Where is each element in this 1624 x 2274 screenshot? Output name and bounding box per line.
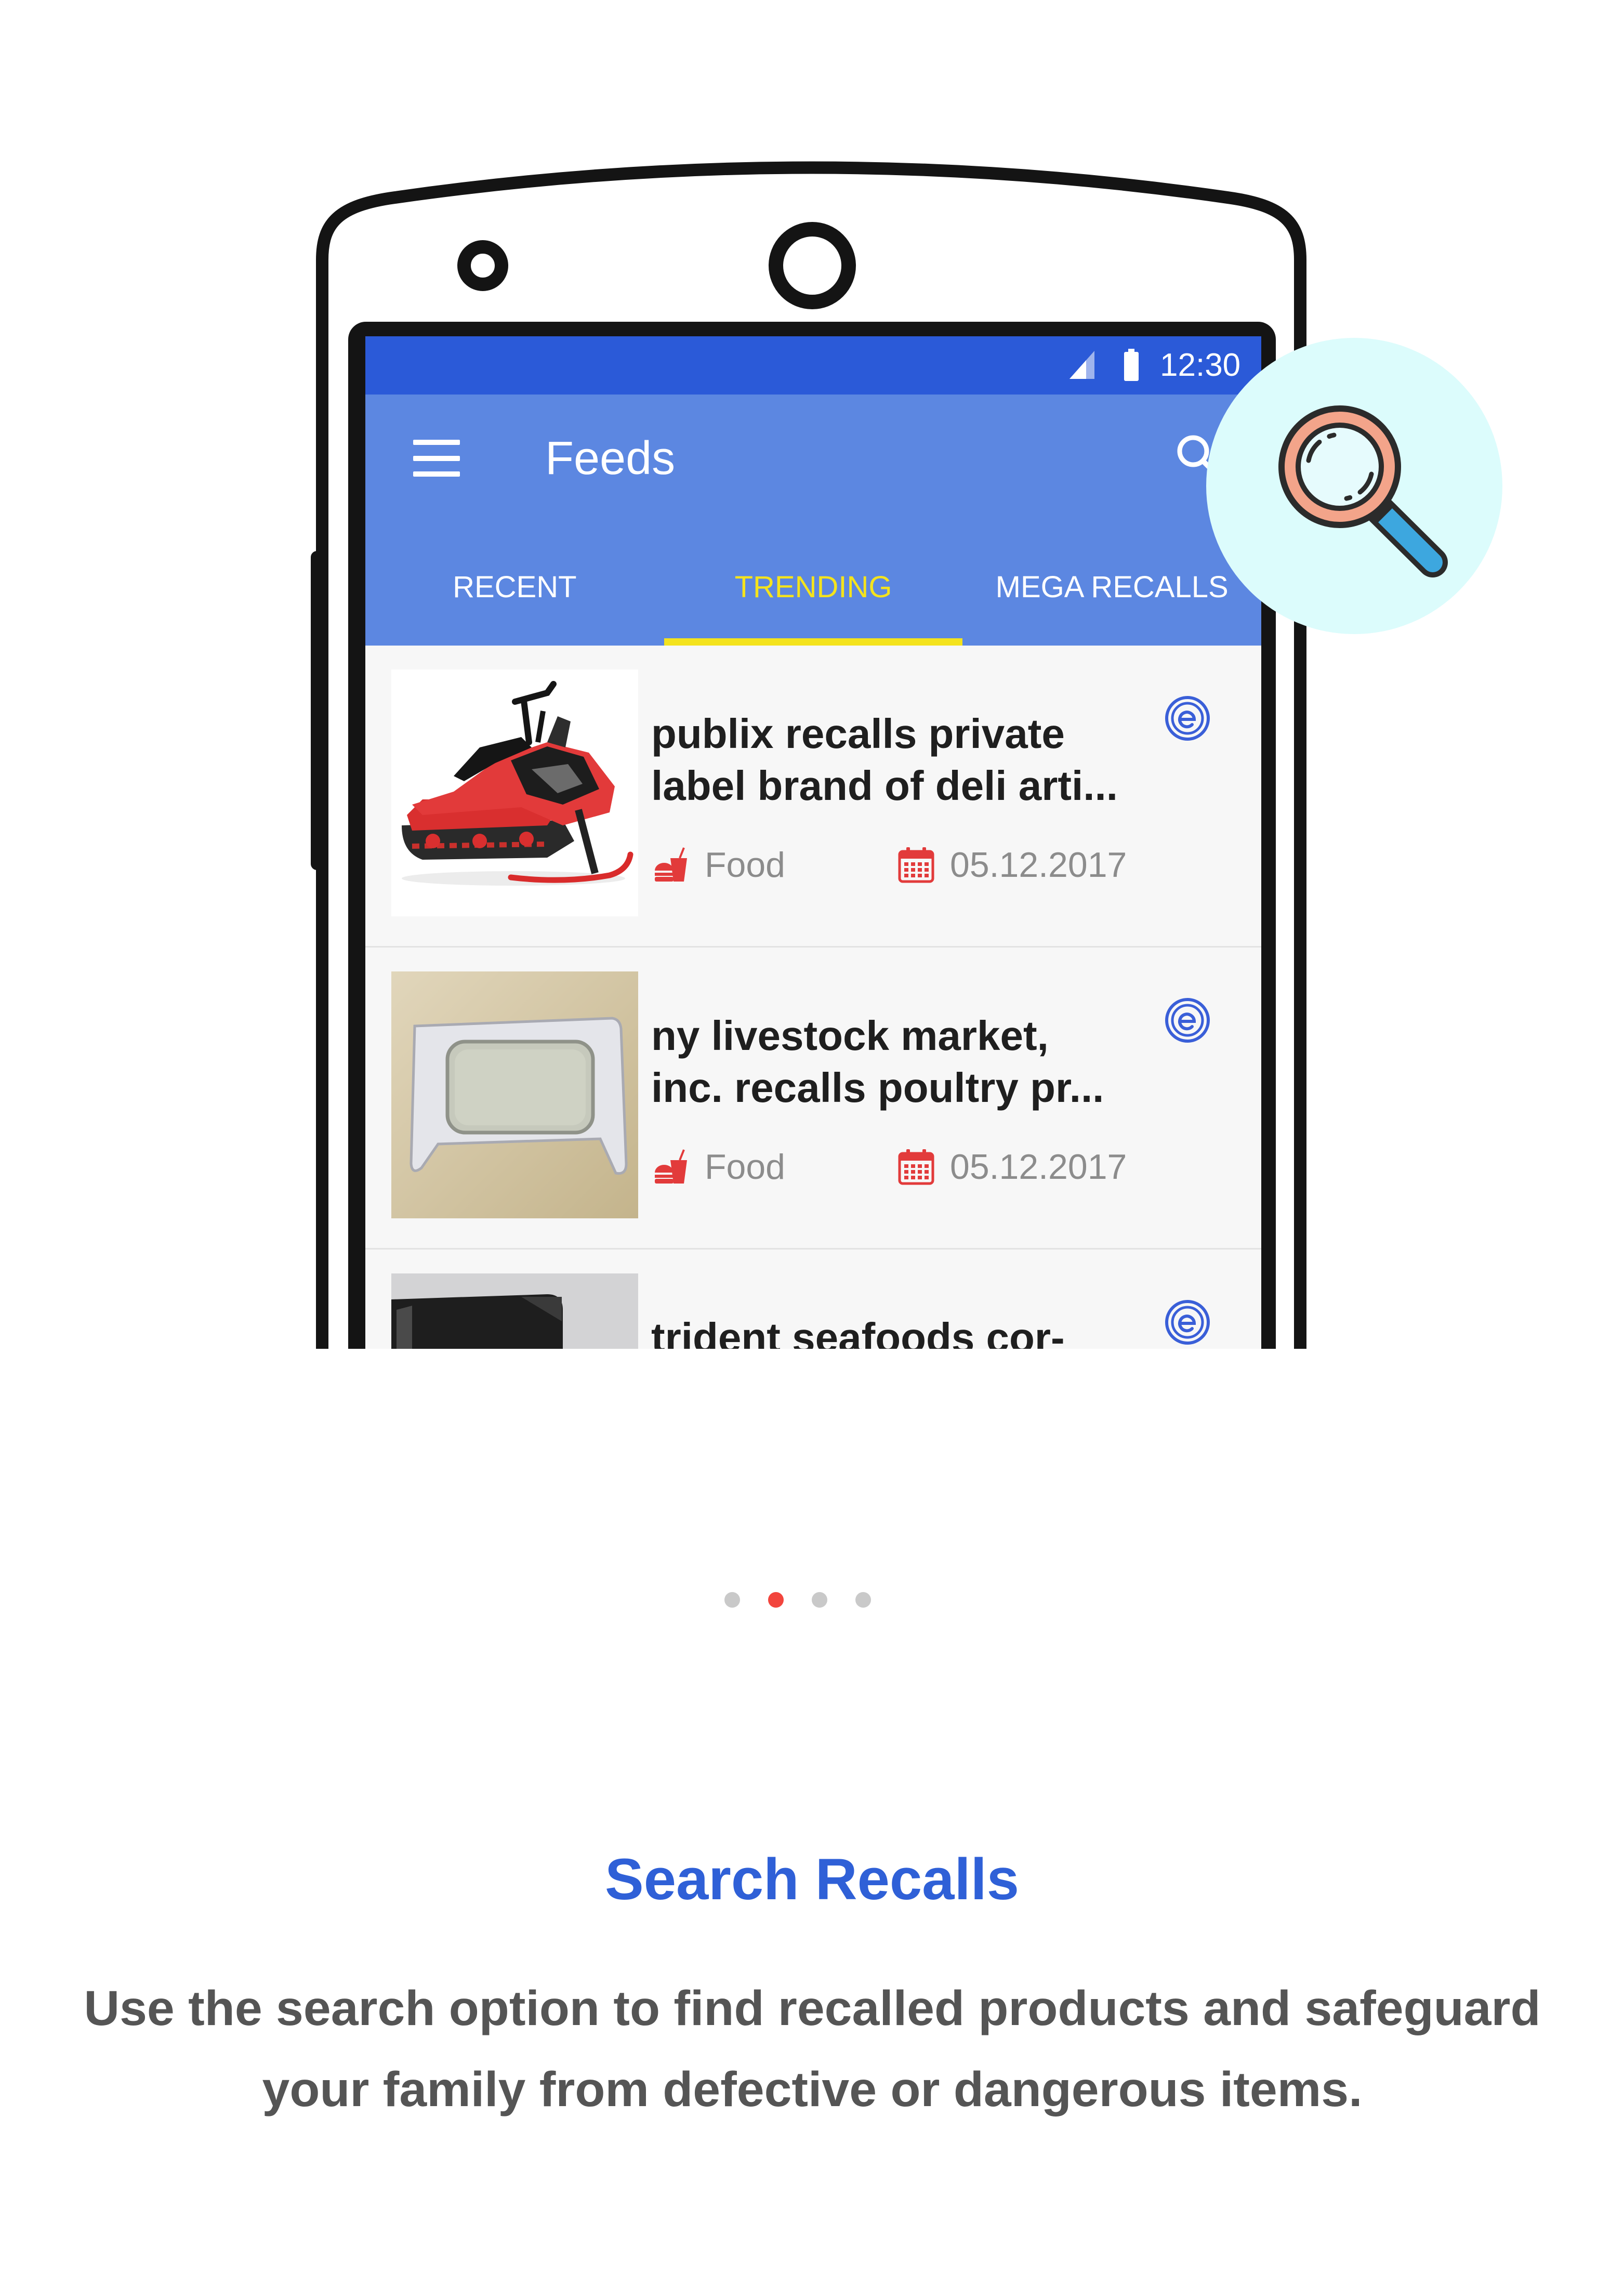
food-icon	[655, 847, 687, 882]
feed-item-category: Food	[705, 1147, 785, 1187]
title-line: ny livestock market,	[651, 1013, 1049, 1059]
feed-item-title: publix recalls private label brand of de…	[651, 708, 1118, 812]
title-line: label brand of deli arti...	[651, 763, 1118, 809]
calendar-icon	[898, 1149, 934, 1185]
feed-item[interactable]: ny livestock market, inc. recalls poultr…	[365, 948, 1261, 1250]
app-screen: 12:30 Feeds RECENT TRENDING MEGA RECALLS…	[365, 336, 1261, 1349]
feed-item-category: Food	[705, 845, 785, 885]
onboarding-description: Use the search option to find recalled p…	[84, 1981, 1541, 2117]
phone-illustration: 12:30 Feeds RECENT TRENDING MEGA RECALLS…	[0, 0, 1624, 1349]
tab-label: TRENDING	[734, 570, 892, 604]
page-indicator-dot[interactable]	[724, 1592, 740, 1608]
source-logo-icon[interactable]	[1164, 997, 1211, 1044]
app-title: Feeds	[545, 432, 676, 484]
feed-item[interactable]: trident seafoods cor-	[365, 1250, 1261, 1349]
page-indicator-dot[interactable]	[855, 1592, 871, 1608]
tab-bar: RECENT TRENDING MEGA RECALLS	[365, 529, 1261, 646]
feed-item-date: 05.12.2017	[950, 1147, 1127, 1187]
signal-icon	[1070, 351, 1094, 379]
tab-label: RECENT	[453, 570, 577, 604]
phone-speaker	[457, 240, 508, 291]
feed-item-date: 05.12.2017	[950, 845, 1127, 885]
source-logo-icon[interactable]	[1164, 1299, 1211, 1346]
magnifying-glass-icon	[1206, 338, 1502, 634]
status-bar: 12:30	[365, 336, 1261, 395]
product-thumbnail	[391, 971, 638, 1218]
product-thumbnail	[391, 1273, 638, 1349]
food-icon	[655, 1149, 687, 1184]
hamburger-menu-icon[interactable]	[413, 440, 460, 477]
page-indicator-dot[interactable]	[768, 1592, 784, 1608]
phone-camera	[769, 222, 856, 309]
tab-trending[interactable]: TRENDING	[664, 529, 963, 646]
battery-icon	[1124, 349, 1139, 381]
phone-side-button	[311, 551, 327, 870]
feed-item-title: trident seafoods cor-	[651, 1312, 1065, 1349]
tab-recent[interactable]: RECENT	[365, 529, 664, 646]
menu-bar-line	[413, 456, 460, 461]
active-tab-indicator	[664, 638, 963, 646]
title-line: publix recalls private	[651, 711, 1065, 757]
feed-list: publix recalls private label brand of de…	[365, 646, 1261, 1349]
page-indicator	[724, 1592, 871, 1608]
onboarding-title: Search Recalls	[605, 1847, 1019, 1912]
calendar-icon	[898, 847, 934, 883]
feed-item[interactable]: publix recalls private label brand of de…	[365, 646, 1261, 948]
title-line: trident seafoods cor-	[651, 1315, 1065, 1349]
source-logo-icon[interactable]	[1164, 695, 1211, 742]
product-thumbnail	[391, 669, 638, 916]
app-bar: Feeds RECENT TRENDING MEGA RECALLS	[365, 395, 1261, 646]
menu-bar-line	[413, 471, 460, 477]
page-indicator-dot[interactable]	[812, 1592, 827, 1608]
tab-label: MEGA RECALLS	[995, 570, 1229, 604]
menu-bar-line	[413, 440, 460, 445]
feed-item-title: ny livestock market, inc. recalls poultr…	[651, 1010, 1104, 1114]
title-line: inc. recalls poultry pr...	[651, 1064, 1104, 1111]
